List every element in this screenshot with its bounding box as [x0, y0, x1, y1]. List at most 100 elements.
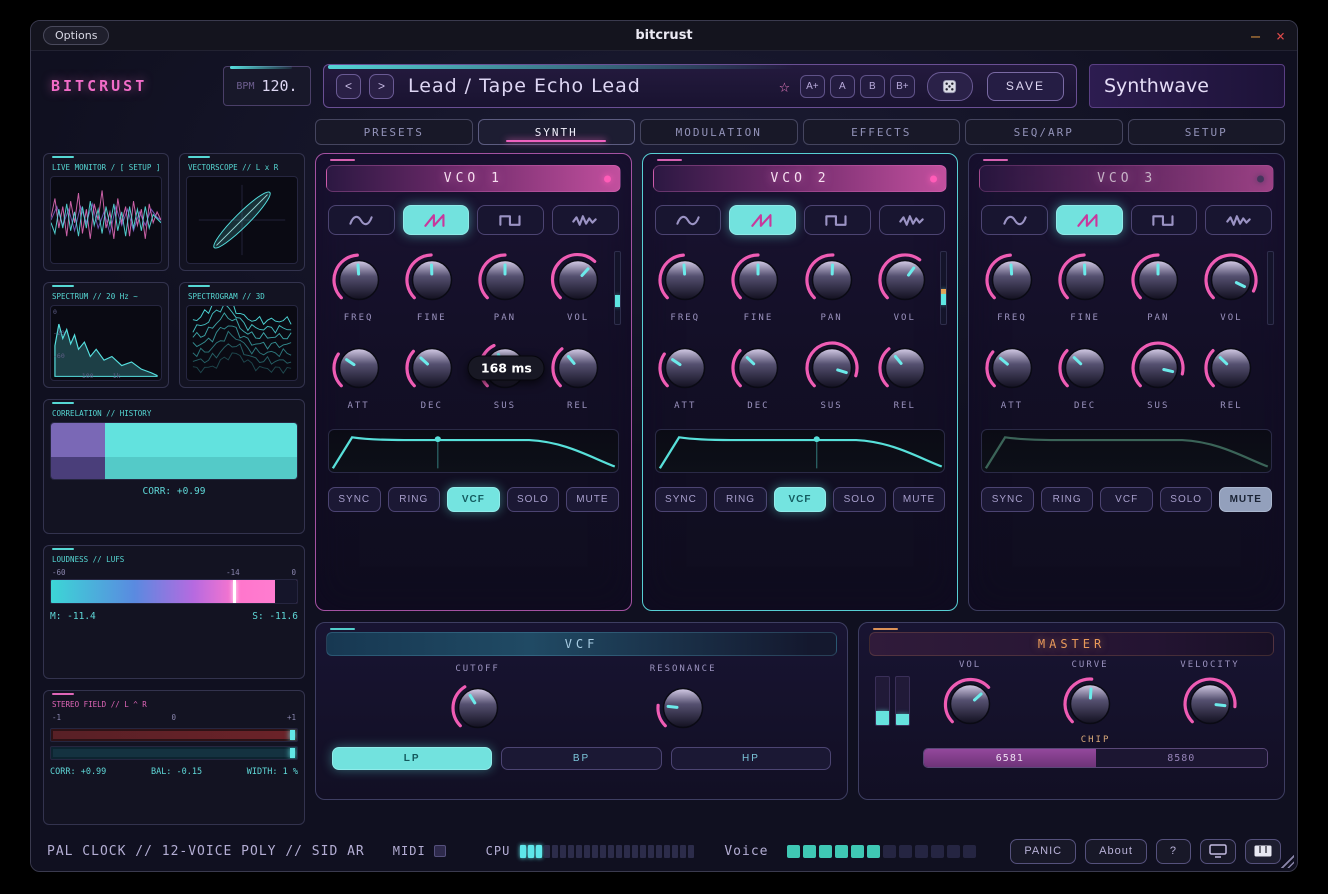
knob-dial[interactable]: [401, 249, 463, 311]
preset-name[interactable]: Lead / Tape Echo Lead: [402, 75, 769, 97]
knob-fine[interactable]: FINE: [1049, 249, 1122, 323]
knob-velocity[interactable]: VELOCITY: [1179, 660, 1241, 735]
vco-solo-button[interactable]: SOLO: [1160, 487, 1213, 512]
knob-dial[interactable]: [1054, 337, 1116, 399]
knob-dial[interactable]: [981, 337, 1043, 399]
knob-dial[interactable]: [328, 249, 390, 311]
vco-vcf-button[interactable]: VCF: [774, 487, 827, 512]
vco-mute-button[interactable]: MUTE: [1219, 487, 1272, 512]
knob-dial[interactable]: [1200, 337, 1262, 399]
knob-dial[interactable]: [652, 677, 714, 739]
vco-ring-button[interactable]: RING: [714, 487, 767, 512]
preset-next-button[interactable]: >: [369, 74, 394, 99]
waveform-sine-button[interactable]: [981, 205, 1048, 235]
bpm-display[interactable]: BPM 120.: [223, 66, 311, 106]
vco-sync-button[interactable]: SYNC: [328, 487, 381, 512]
knob-dec[interactable]: DEC: [722, 337, 795, 411]
knob-att[interactable]: ATT: [322, 337, 395, 411]
vco-solo-button[interactable]: SOLO: [833, 487, 886, 512]
power-led[interactable]: [930, 175, 937, 182]
knob-dial[interactable]: [447, 677, 509, 739]
waveform-noise-button[interactable]: [879, 205, 946, 235]
knob-dial[interactable]: [547, 249, 609, 311]
power-led[interactable]: [1257, 175, 1264, 182]
knob-dial[interactable]: [1127, 249, 1189, 311]
close-icon[interactable]: ×: [1276, 27, 1285, 45]
filter-mode-bp[interactable]: BP: [501, 747, 661, 770]
favorite-star-icon[interactable]: ☆: [777, 76, 792, 97]
category-display[interactable]: Synthwave: [1089, 64, 1285, 108]
preset-prev-button[interactable]: <: [336, 74, 361, 99]
knob-rel[interactable]: REL: [868, 337, 941, 411]
knob-pan[interactable]: PAN: [468, 249, 541, 323]
keyboard-button[interactable]: [1245, 839, 1281, 864]
knob-att[interactable]: ATT: [975, 337, 1048, 411]
waveform-noise-button[interactable]: [552, 205, 619, 235]
knob-dial[interactable]: [1127, 337, 1189, 399]
waveform-sine-button[interactable]: [655, 205, 722, 235]
power-led[interactable]: [604, 175, 611, 182]
waveform-square-button[interactable]: [804, 205, 871, 235]
monitor-button[interactable]: [1200, 839, 1236, 864]
live-monitor-title[interactable]: LIVE MONITOR / [ SETUP ]: [52, 163, 162, 172]
knob-vol[interactable]: VOL: [542, 249, 615, 323]
knob-vol[interactable]: VOL: [868, 249, 941, 323]
filter-mode-lp[interactable]: LP: [332, 747, 492, 770]
vco-ring-button[interactable]: RING: [1041, 487, 1094, 512]
waveform-square-button[interactable]: [477, 205, 544, 235]
save-button[interactable]: SAVE: [987, 72, 1064, 101]
envelope-display[interactable]: [328, 429, 619, 473]
panic-button[interactable]: PANIC: [1010, 839, 1076, 864]
knob-vol[interactable]: VOL: [939, 660, 1001, 735]
minimize-icon[interactable]: —: [1251, 27, 1260, 45]
knob-freq[interactable]: FREQ: [975, 249, 1048, 323]
waveform-saw-button[interactable]: [729, 205, 796, 235]
options-button[interactable]: Options: [43, 26, 109, 45]
chip-8580[interactable]: 8580: [1096, 749, 1267, 767]
tab-effects[interactable]: EFFECTS: [803, 119, 961, 145]
waveform-noise-button[interactable]: [1205, 205, 1272, 235]
envelope-display[interactable]: [981, 429, 1272, 473]
slot-a-plus[interactable]: A+: [800, 75, 825, 98]
tab-presets[interactable]: PRESETS: [315, 119, 473, 145]
knob-freq[interactable]: FREQ: [322, 249, 395, 323]
randomize-button[interactable]: [927, 72, 973, 101]
knob-fine[interactable]: FINE: [722, 249, 795, 323]
knob-dial[interactable]: [801, 337, 863, 399]
vco-vcf-button[interactable]: VCF: [1100, 487, 1153, 512]
waveform-saw-button[interactable]: [1056, 205, 1123, 235]
knob-cutoff[interactable]: CUTOFF: [447, 664, 509, 739]
tab-synth[interactable]: SYNTH: [478, 119, 636, 145]
filter-mode-hp[interactable]: HP: [671, 747, 831, 770]
vco-vcf-button[interactable]: VCF: [447, 487, 500, 512]
knob-dial[interactable]: [939, 673, 1001, 735]
knob-rel[interactable]: REL: [542, 337, 615, 411]
knob-dial[interactable]: [1179, 673, 1241, 735]
waveform-square-button[interactable]: [1131, 205, 1198, 235]
knob-sus[interactable]: SUS: [795, 337, 868, 411]
knob-dial[interactable]: [654, 337, 716, 399]
help-button[interactable]: ?: [1156, 839, 1191, 864]
knob-dial[interactable]: [401, 337, 463, 399]
knob-resonance[interactable]: RESONANCE: [650, 664, 717, 739]
tab-setup[interactable]: SETUP: [1128, 119, 1286, 145]
knob-dial[interactable]: [981, 249, 1043, 311]
tab-seq-arp[interactable]: SEQ/ARP: [965, 119, 1123, 145]
knob-dial[interactable]: [801, 249, 863, 311]
vco-solo-button[interactable]: SOLO: [507, 487, 560, 512]
knob-vol[interactable]: VOL: [1195, 249, 1268, 323]
knob-dial[interactable]: [547, 337, 609, 399]
slot-b[interactable]: B: [860, 75, 885, 98]
tab-modulation[interactable]: MODULATION: [640, 119, 798, 145]
titlebar[interactable]: Options bitcrust — ×: [31, 21, 1297, 51]
vco-sync-button[interactable]: SYNC: [655, 487, 708, 512]
bpm-value[interactable]: 120.: [261, 77, 297, 95]
knob-att[interactable]: ATT: [649, 337, 722, 411]
knob-curve[interactable]: CURVE: [1059, 660, 1121, 735]
knob-sus[interactable]: SUS: [1122, 337, 1195, 411]
knob-freq[interactable]: FREQ: [649, 249, 722, 323]
knob-dial[interactable]: [654, 249, 716, 311]
slot-a[interactable]: A: [830, 75, 855, 98]
knob-dec[interactable]: DEC: [1049, 337, 1122, 411]
knob-dial[interactable]: [328, 337, 390, 399]
